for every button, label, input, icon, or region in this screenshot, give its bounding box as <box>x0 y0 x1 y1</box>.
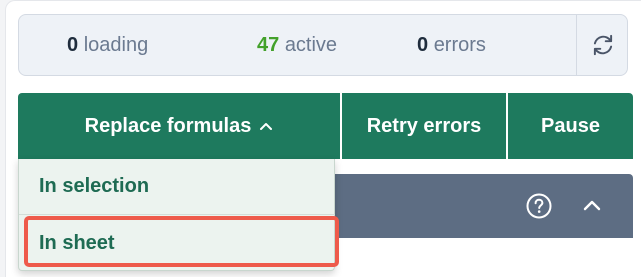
replace-formulas-dropdown: In selection In sheet <box>18 159 335 271</box>
collapse-chevron-icon[interactable] <box>579 193 605 219</box>
active-stat: 47 active <box>257 34 337 57</box>
replace-formulas-label: Replace formulas <box>84 114 252 137</box>
menu-item-in-sheet-label: In sheet <box>39 231 115 254</box>
errors-stat: 0 errors <box>417 34 486 57</box>
retry-errors-button[interactable]: Retry errors <box>342 93 506 159</box>
retry-errors-label: Retry errors <box>366 114 482 137</box>
status-bar: 0 loading 47 active 0 errors <box>18 14 628 76</box>
help-circle-icon[interactable] <box>525 192 553 220</box>
loading-count: 0 <box>67 34 79 56</box>
menu-item-in-selection-label: In selection <box>39 175 150 197</box>
menu-item-in-selection[interactable]: In selection <box>19 159 335 215</box>
menu-item-in-sheet[interactable]: In sheet <box>19 216 335 270</box>
chevron-up-icon <box>259 121 273 131</box>
section-header <box>329 174 633 238</box>
replace-formulas-button[interactable]: Replace formulas <box>18 93 340 159</box>
loading-label: loading <box>83 34 149 56</box>
active-label: active <box>284 34 338 56</box>
toolbar: Replace formulas Retry errors Pause <box>18 93 633 159</box>
refresh-button[interactable] <box>577 15 628 75</box>
refresh-icon <box>593 34 612 56</box>
active-count: 47 <box>257 34 280 56</box>
errors-count: 0 <box>417 34 429 56</box>
errors-label: errors <box>433 34 486 56</box>
pause-label: Pause <box>541 114 600 137</box>
pause-button[interactable]: Pause <box>508 93 633 159</box>
loading-stat: 0 loading <box>67 34 148 57</box>
